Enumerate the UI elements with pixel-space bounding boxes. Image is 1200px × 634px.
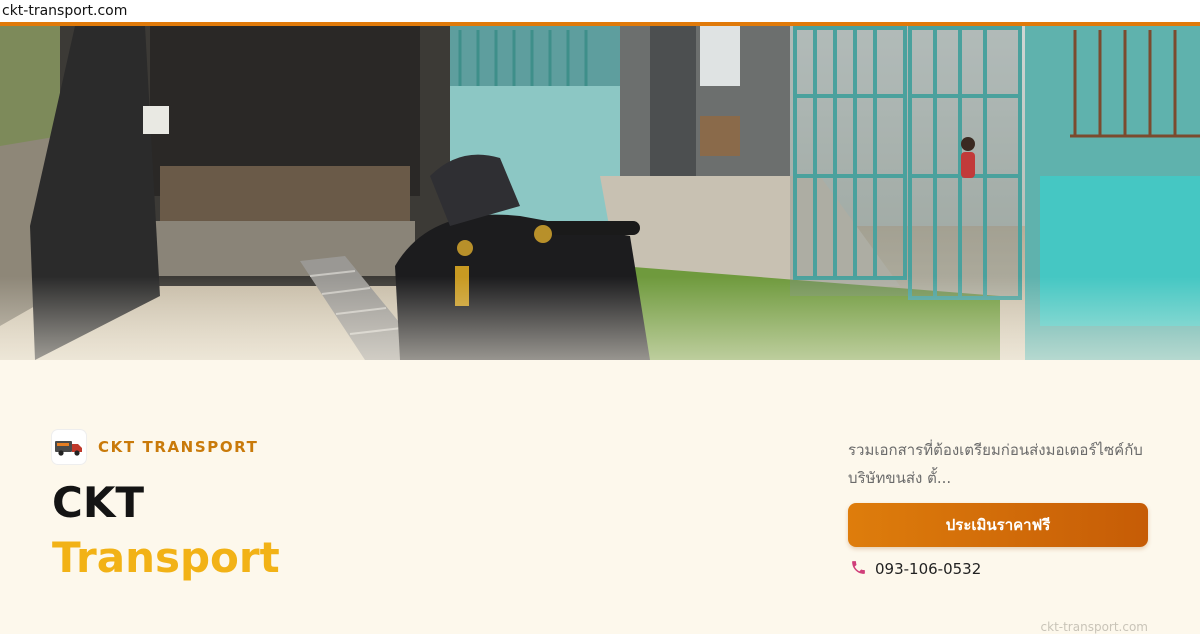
page-title-line2: Transport bbox=[52, 533, 280, 582]
brand[interactable]: CKT TRANSPORT bbox=[52, 430, 259, 464]
url-text: ckt-transport.com bbox=[2, 3, 128, 19]
content-panel bbox=[0, 360, 1200, 630]
footer-domain: ckt-transport.com bbox=[1040, 620, 1148, 634]
free-quote-button[interactable]: ประเมินราคาฟรี bbox=[848, 503, 1148, 547]
phone-contact[interactable]: 093-106-0532 bbox=[850, 557, 981, 581]
phone-icon bbox=[850, 559, 867, 580]
phone-number: 093-106-0532 bbox=[875, 560, 982, 578]
truck-logo-icon bbox=[52, 430, 86, 464]
article-description: รวมเอกสารที่ต้องเตรียมก่อนส่งมอเตอร์ไซค์… bbox=[848, 441, 1143, 487]
page-title-line1: CKT bbox=[52, 478, 145, 527]
browser-url-bar[interactable]: ckt-transport.com bbox=[0, 0, 1200, 22]
brand-name: CKT TRANSPORT bbox=[98, 438, 259, 456]
hero-image bbox=[0, 26, 1200, 360]
